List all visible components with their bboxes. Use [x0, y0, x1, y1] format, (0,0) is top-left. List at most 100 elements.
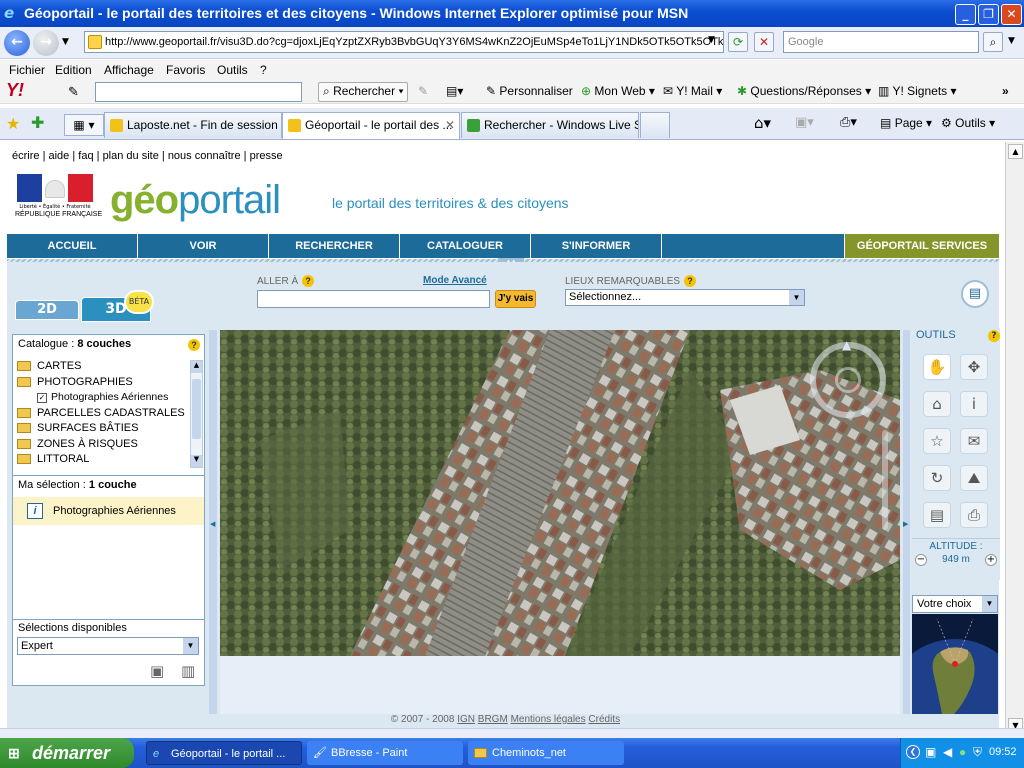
address-input[interactable]: http://www.geoportail.fr/visu3D.do?cg=dj… [84, 31, 724, 53]
globe-minimap[interactable] [912, 614, 998, 714]
layer-folder[interactable]: LITTORAL [17, 452, 189, 468]
view-2d-tab[interactable]: 2D [15, 300, 79, 320]
tab-close-icon[interactable]: ✕ [445, 113, 455, 137]
tray-expand-icon[interactable]: ❮ [906, 745, 920, 759]
available-selections-select[interactable]: Expert ▼ [17, 637, 199, 655]
stop-button[interactable]: ✕ [754, 32, 774, 52]
trash-icon[interactable]: ▥ [181, 662, 195, 680]
advanced-mode-link[interactable]: Mode Avancé [423, 275, 487, 286]
places-select[interactable]: Sélectionnez... ▼ [565, 289, 805, 306]
layer-folder[interactable]: PHOTOGRAPHIES [17, 375, 189, 391]
info-tool-icon[interactable]: i [960, 391, 988, 417]
print-icon[interactable]: ⎙▾ [840, 115, 857, 130]
layer-folder[interactable]: PARCELLES CADASTRALES [17, 406, 189, 422]
goto-input[interactable] [257, 290, 490, 308]
menu-fichier[interactable]: Fichier [9, 63, 45, 77]
collapse-left-icon[interactable]: ◀ [210, 520, 215, 528]
link-ecrire[interactable]: écrire [12, 150, 40, 162]
footer-link-mentions[interactable]: Mentions légales [511, 714, 586, 725]
yahoo-mail[interactable]: ✉ Y! Mail ▾ [663, 84, 722, 98]
pencil-icon[interactable]: ✎ [68, 84, 79, 100]
layer-folder[interactable]: ZONES À RISQUES [17, 437, 189, 453]
link-nous-connaitre[interactable]: nous connaître [168, 150, 241, 162]
yahoo-search-button[interactable]: ⌕ Rechercher ▾ [318, 82, 409, 102]
toolbar-overflow-icon[interactable]: » [1002, 84, 1009, 98]
tools-menu[interactable]: ⚙ Outils ▾ [941, 116, 995, 130]
tab-laposte[interactable]: Laposte.net - Fin de session [104, 112, 282, 138]
yahoo-bookmarks[interactable]: ▥ Y! Signets ▾ [878, 84, 957, 98]
history-dropdown-icon[interactable]: ▼ [62, 37, 69, 47]
right-splitter[interactable]: ▶ [903, 330, 910, 714]
refresh-button[interactable]: ⟳ [728, 32, 748, 52]
scroll-up-icon[interactable]: ▲ [191, 361, 202, 373]
link-aide[interactable]: aide [49, 150, 70, 162]
save-view-icon[interactable]: ▤ [923, 502, 951, 528]
add-favorite-icon[interactable]: ✚ [31, 113, 44, 132]
yahoo-logo-icon[interactable]: Y! [6, 80, 24, 101]
help-icon[interactable]: ? [988, 330, 1000, 342]
compass-ring-icon[interactable]: ▲ [810, 338, 886, 418]
new-tab-button[interactable] [640, 112, 670, 138]
footer-link-credits[interactable]: Crédits [588, 714, 620, 725]
nav-rechercher[interactable]: RECHERCHER [269, 234, 400, 258]
catalogue-scrollbar[interactable]: ▲ ▼ [190, 360, 203, 468]
yahoo-personalize[interactable]: ✎ Personnaliser [486, 84, 573, 98]
address-dropdown-icon[interactable]: ▼ [708, 35, 715, 45]
highlight-icon[interactable]: ✎ [418, 84, 428, 98]
forward-button[interactable]: → [33, 30, 59, 56]
form-icon[interactable]: ▤▾ [446, 84, 463, 98]
link-faq[interactable]: faq [78, 150, 93, 162]
taskbar-item-geoportail[interactable]: e Géoportail - le portail ... [146, 741, 302, 765]
page-scrollbar[interactable]: ▲ ▼ [1005, 142, 1024, 736]
feeds-icon[interactable]: ▣▾ [795, 115, 814, 130]
antivirus-icon[interactable]: ⛨ [973, 745, 982, 760]
scroll-up-icon[interactable]: ▲ [1008, 144, 1023, 159]
footer-link-brgm[interactable]: BRGM [478, 714, 508, 725]
zoom-slider[interactable] [882, 430, 888, 530]
volume-icon[interactable]: ◀ [943, 745, 952, 759]
help-icon[interactable]: ? [684, 275, 697, 287]
layer-folder[interactable]: CARTES [17, 359, 189, 375]
terrain-icon[interactable]: ⛰ [960, 465, 988, 491]
layer-folder[interactable]: SURFACES BÂTIES [17, 421, 189, 437]
yahoo-answers[interactable]: ✱ Questions/Réponses ▾ [737, 84, 871, 98]
search-dropdown-icon[interactable]: ▼ [1008, 36, 1015, 46]
menu-outils[interactable]: Outils [217, 63, 248, 77]
search-icon[interactable]: ⌕ [983, 32, 1003, 52]
favorites-star-icon[interactable]: ★ [6, 114, 20, 133]
nav-sinformer[interactable]: S'INFORMER [531, 234, 662, 258]
menu-affichage[interactable]: Affichage [104, 63, 154, 77]
goto-button[interactable]: J'y vais [495, 290, 536, 308]
envelope-icon[interactable]: ✉ [960, 428, 988, 454]
back-button[interactable]: ← [4, 30, 30, 56]
save-icon[interactable]: ▣ [150, 662, 164, 680]
search-input[interactable]: Google [783, 31, 979, 53]
taskbar-item-folder[interactable]: Cheminots_net [468, 741, 624, 765]
pan-hand-icon[interactable]: ✋ [923, 354, 951, 380]
home-icon[interactable]: ⌂▾ [754, 114, 771, 132]
menu-favoris[interactable]: Favoris [166, 63, 205, 77]
aerial-photo[interactable] [220, 330, 900, 656]
move-icon[interactable]: ✥ [960, 354, 988, 380]
altitude-plus-button[interactable]: + [985, 554, 997, 566]
start-button[interactable]: ⊞ démarrer [0, 738, 134, 768]
rotate-icon[interactable]: ↻ [923, 465, 951, 491]
choice-select[interactable]: Votre choix ▼ [912, 595, 998, 613]
window-layout-icon[interactable]: ▤ [961, 280, 989, 308]
menu-edition[interactable]: Edition [55, 63, 92, 77]
footer-link-ign[interactable]: IGN [457, 714, 475, 725]
yahoo-myweb[interactable]: ⊕ Mon Web ▾ [581, 84, 655, 98]
clock[interactable]: 09:52 [989, 746, 1017, 758]
scroll-thumb[interactable] [192, 379, 201, 439]
layer-item[interactable]: ✓ Photographies Aériennes [17, 390, 189, 406]
yahoo-search-input[interactable] [95, 82, 302, 102]
nav-accueil[interactable]: ACCUEIL [7, 234, 138, 258]
nav-cataloguer[interactable]: CATALOGUER [400, 234, 531, 258]
taskbar-item-paint[interactable]: 🖌 BBresse - Paint [307, 741, 463, 765]
geoportail-logo[interactable]: géoportail [110, 178, 281, 223]
link-presse[interactable]: presse [250, 150, 283, 162]
link-plan-du-site[interactable]: plan du site [103, 150, 159, 162]
print-view-icon[interactable]: ⎙ [960, 502, 988, 528]
checkbox-checked-icon[interactable]: ✓ [37, 393, 47, 403]
nav-geoportail-services[interactable]: GÉOPORTAIL SERVICES [845, 234, 999, 258]
